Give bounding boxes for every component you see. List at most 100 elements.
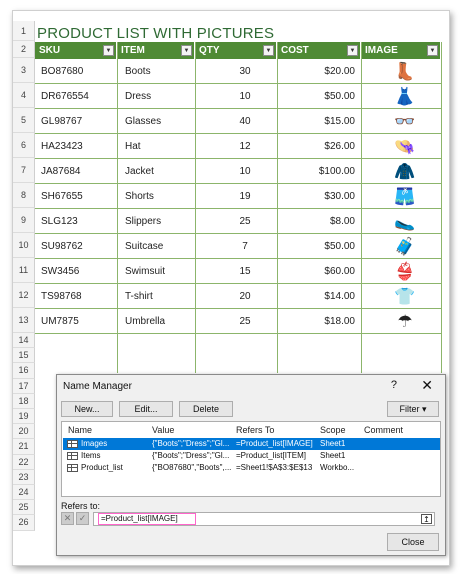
cell-item[interactable]: Glasses	[125, 109, 161, 134]
cell-item[interactable]: Shorts	[125, 184, 154, 209]
suitcase-icon[interactable]: 🧳	[367, 234, 443, 259]
row-number[interactable]: 16	[13, 363, 35, 379]
dress-icon[interactable]: 👗	[367, 84, 443, 109]
cell-sku[interactable]: SW3456	[41, 259, 79, 284]
cell-item[interactable]: T-shirt	[125, 284, 153, 309]
cell-sku[interactable]: SLG123	[41, 209, 78, 234]
new-button[interactable]: New...	[61, 401, 113, 417]
column-value[interactable]: Value	[152, 425, 174, 435]
tshirt-icon[interactable]: 👕	[367, 284, 443, 309]
cell-sku[interactable]: HA23423	[41, 134, 83, 159]
checkmark-icon[interactable]: ✓	[76, 512, 89, 525]
row-number[interactable]: 24	[13, 485, 35, 501]
cell-sku[interactable]: GL98767	[41, 109, 82, 134]
cell-sku[interactable]: TS98768	[41, 284, 82, 309]
table-row: HA23423 Hat 12 $26.00 👒	[35, 134, 441, 159]
slippers-icon[interactable]: 🥿	[367, 209, 443, 234]
cell-cost[interactable]: $14.00	[280, 284, 355, 309]
row-number[interactable]: 19	[13, 409, 35, 425]
cell-sku[interactable]: JA87684	[41, 159, 80, 184]
row-number[interactable]: 21	[13, 439, 35, 455]
row-number[interactable]: 5	[13, 108, 35, 133]
row-number[interactable]: 12	[13, 283, 35, 308]
cell-item[interactable]: Suitcase	[125, 234, 163, 259]
cell-cost[interactable]: $15.00	[280, 109, 355, 134]
cell-item[interactable]: Swimsuit	[125, 259, 165, 284]
name-value: {"Boots";"Dress";"Gl...	[152, 439, 230, 448]
jacket-icon[interactable]: 🧥	[367, 159, 443, 184]
row-number[interactable]: 7	[13, 158, 35, 183]
filter-dropdown-icon[interactable]: ▼	[263, 45, 274, 56]
cell-cost[interactable]: $50.00	[280, 234, 355, 259]
column-comment[interactable]: Comment	[364, 425, 403, 435]
row-number[interactable]: 20	[13, 424, 35, 440]
row-number[interactable]: 1	[13, 21, 35, 41]
name-list-item[interactable]: Items {"Boots";"Dress";"Gl... =Product_lis…	[63, 450, 440, 462]
cell-sku[interactable]: DR676554	[41, 84, 89, 109]
filter-dropdown-icon[interactable]: ▼	[103, 45, 114, 56]
row-number[interactable]: 8	[13, 183, 35, 208]
cell-cost[interactable]: $60.00	[280, 259, 355, 284]
cell-item[interactable]: Hat	[125, 134, 141, 159]
help-button[interactable]: ?	[391, 379, 397, 391]
cell-cost[interactable]: $20.00	[280, 59, 355, 84]
cell-item[interactable]: Jacket	[125, 159, 154, 184]
row-number[interactable]: 2	[13, 41, 35, 58]
header-sku-label: SKU	[39, 45, 61, 56]
column-scope[interactable]: Scope	[320, 425, 346, 435]
row-number[interactable]: 25	[13, 500, 35, 516]
name-refers: =Product_list[ITEM]	[236, 451, 307, 460]
row-number[interactable]: 13	[13, 308, 35, 333]
shorts-icon[interactable]: 🩳	[367, 184, 443, 209]
boots-icon[interactable]: 👢	[367, 59, 443, 84]
name-comment	[364, 462, 434, 474]
cell-cost[interactable]: $18.00	[280, 309, 355, 334]
filter-button[interactable]: Filter ▾	[387, 401, 439, 417]
cell-sku[interactable]: BO87680	[41, 59, 83, 84]
column-refers-to[interactable]: Refers To	[236, 425, 274, 435]
cell-cost[interactable]: $26.00	[280, 134, 355, 159]
refers-to-field[interactable]: =Product_list[IMAGE] ↥	[93, 512, 435, 526]
filter-dropdown-icon[interactable]: ▼	[347, 45, 358, 56]
name-list-item[interactable]: Images {"Boots";"Dress";"Gl... =Product_li…	[63, 438, 440, 450]
cell-cost[interactable]: $100.00	[280, 159, 355, 184]
filter-dropdown-icon[interactable]: ▼	[427, 45, 438, 56]
row-number[interactable]: 4	[13, 83, 35, 108]
glasses-icon[interactable]: 👓	[367, 109, 443, 134]
column-name[interactable]: Name	[68, 425, 92, 435]
edit-button[interactable]: Edit...	[119, 401, 173, 417]
cell-item[interactable]: Slippers	[125, 209, 161, 234]
row-number[interactable]: 10	[13, 233, 35, 258]
row-number[interactable]: 18	[13, 393, 35, 409]
cell-item[interactable]: Boots	[125, 59, 151, 84]
cell-cost[interactable]: $30.00	[280, 184, 355, 209]
collapse-dialog-icon[interactable]: ↥	[421, 514, 432, 524]
refers-to-value[interactable]: =Product_list[IMAGE]	[98, 513, 196, 525]
row-number[interactable]: 22	[13, 454, 35, 470]
row-number[interactable]: 11	[13, 258, 35, 283]
close-button[interactable]: Close	[387, 533, 439, 551]
filter-dropdown-icon[interactable]: ▼	[181, 45, 192, 56]
swimsuit-icon[interactable]: 👙	[367, 259, 443, 284]
cell-sku[interactable]: UM7875	[41, 309, 79, 334]
row-number[interactable]: 14	[13, 333, 35, 349]
cell-item[interactable]: Umbrella	[125, 309, 165, 334]
cancel-icon[interactable]: ✕	[61, 512, 74, 525]
row-number[interactable]: 17	[13, 378, 35, 394]
cell-sku[interactable]: SH67655	[41, 184, 83, 209]
row-number[interactable]: 15	[13, 348, 35, 364]
row-number[interactable]: 23	[13, 469, 35, 485]
cell-sku[interactable]: SU98762	[41, 234, 83, 259]
hat-icon[interactable]: 👒	[367, 134, 443, 159]
umbrella-icon[interactable]: ☂	[367, 309, 443, 334]
cell-item[interactable]: Dress	[125, 84, 151, 109]
row-number[interactable]: 6	[13, 133, 35, 158]
close-icon[interactable]: ✕	[421, 377, 433, 394]
row-number[interactable]: 3	[13, 58, 35, 83]
cell-cost[interactable]: $8.00	[280, 209, 355, 234]
row-number[interactable]: 26	[13, 515, 35, 531]
name-list-item[interactable]: Product_list {"BO87680","Boots",... =Sheet…	[63, 462, 440, 474]
cell-cost[interactable]: $50.00	[280, 84, 355, 109]
delete-button[interactable]: Delete	[179, 401, 233, 417]
row-number[interactable]: 9	[13, 208, 35, 233]
